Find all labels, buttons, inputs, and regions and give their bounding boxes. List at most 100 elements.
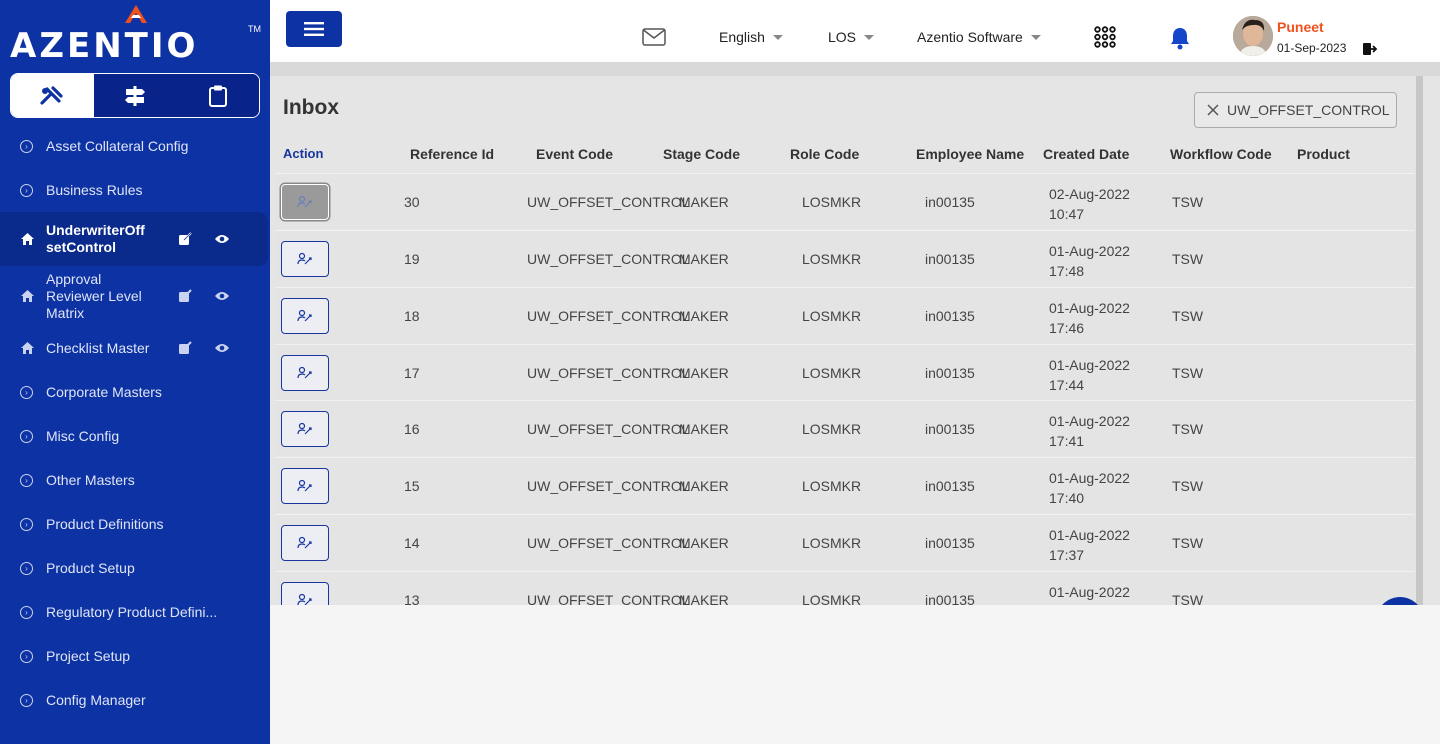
edit-icon[interactable] <box>178 289 192 303</box>
chevron-circle-icon: › <box>20 139 33 153</box>
home-icon <box>20 289 36 303</box>
cell-event-code: UW_OFFSET_CONTROL <box>527 592 690 605</box>
cell-reference-id: 13 <box>404 592 420 605</box>
cell-event-code: UW_OFFSET_CONTROL <box>527 308 690 324</box>
column-header-stage-code[interactable]: Stage Code <box>663 146 740 162</box>
mail-icon[interactable] <box>642 28 666 46</box>
cell-workflow-code: TSW <box>1172 592 1204 605</box>
cell-employee-name: in00135 <box>925 535 975 551</box>
sidebar-item-product-definitions[interactable]: › Product Definitions <box>0 502 270 546</box>
sidebar-item-other-masters[interactable]: › Other Masters <box>0 458 270 502</box>
chevron-circle-icon: › <box>20 429 33 443</box>
row-action-button[interactable] <box>281 411 329 447</box>
eye-icon[interactable] <box>214 290 230 302</box>
table-row[interactable]: 30 UW_OFFSET_CONTROL MAKER LOSMKR in00135 02-… <box>275 173 1414 229</box>
tab-tools[interactable] <box>11 74 94 117</box>
cell-event-code: UW_OFFSET_CONTROL <box>527 421 690 437</box>
table-row[interactable]: 16 UW_OFFSET_CONTROL MAKER LOSMKR in00135 01-… <box>275 400 1414 456</box>
sidebar-item-corporate-masters[interactable]: › Corporate Masters <box>0 370 270 414</box>
edit-icon[interactable] <box>178 232 192 246</box>
created-date-time: 17:44 <box>1049 377 1085 393</box>
table-row[interactable]: 18 UW_OFFSET_CONTROL MAKER LOSMKR in00135 01-… <box>275 287 1414 343</box>
apps-grid-icon[interactable] <box>1094 26 1116 48</box>
cell-stage-code: MAKER <box>679 308 729 324</box>
cell-reference-id: 19 <box>404 251 420 267</box>
row-action-button[interactable] <box>281 241 329 277</box>
scrollbar[interactable] <box>1416 76 1423 605</box>
eye-icon[interactable] <box>214 233 230 245</box>
sidebar-item-label: Checklist Master <box>46 340 150 356</box>
assign-user-icon <box>297 252 312 265</box>
filter-chip[interactable]: UW_OFFSET_CONTROL <box>1194 92 1397 128</box>
cell-workflow-code: TSW <box>1172 478 1204 494</box>
sidebar-item-misc-config[interactable]: › Misc Config <box>0 414 270 458</box>
company-label: Azentio Software <box>917 29 1023 45</box>
sidebar-item-config-manager[interactable]: › Config Manager <box>0 678 270 722</box>
cell-role-code: LOSMKR <box>802 194 862 210</box>
table-row[interactable]: 15 UW_OFFSET_CONTROL MAKER LOSMKR in00135 01-… <box>275 457 1414 513</box>
module-label: LOS <box>828 29 857 45</box>
table-row[interactable]: 17 UW_OFFSET_CONTROL MAKER LOSMKR in00135 01-… <box>275 344 1414 400</box>
close-icon[interactable] <box>1207 104 1219 116</box>
bell-icon[interactable] <box>1169 26 1191 50</box>
column-header-event-code[interactable]: Event Code <box>536 146 613 162</box>
cell-employee-name: in00135 <box>925 194 975 210</box>
sidebar-item-label: Asset Collateral Config <box>46 138 189 154</box>
menu-toggle-button[interactable] <box>286 11 342 47</box>
brand-logo[interactable]: AZENTIO TM <box>10 4 265 66</box>
sidebar-item-asset-collateral-config[interactable]: › Asset Collateral Config <box>0 124 270 168</box>
assign-user-icon <box>297 422 312 435</box>
cell-role-code: LOSMKR <box>802 421 862 437</box>
column-header-reference-id[interactable]: Reference Id <box>410 146 494 162</box>
logout-icon[interactable] <box>1363 42 1378 56</box>
chevron-circle-icon: › <box>20 473 33 487</box>
created-date-day: 02-Aug-2022 <box>1049 186 1130 202</box>
cell-event-code: UW_OFFSET_CONTROL <box>527 194 690 210</box>
module-dropdown[interactable]: LOS <box>828 29 875 45</box>
table-row[interactable]: 19 UW_OFFSET_CONTROL MAKER LOSMKR in00135 01-… <box>275 230 1414 286</box>
row-action-button[interactable] <box>281 468 329 504</box>
cell-stage-code: MAKER <box>679 365 729 381</box>
assign-user-icon <box>297 479 312 492</box>
sidebar-item-business-rules[interactable]: › Business Rules <box>0 168 270 212</box>
tab-clipboard[interactable] <box>176 74 259 117</box>
column-header-created-date[interactable]: Created Date <box>1043 146 1129 162</box>
row-action-button[interactable] <box>281 184 329 220</box>
logo-mark-icon <box>125 5 147 23</box>
sidebar-item-label: Corporate Masters <box>46 384 162 400</box>
sidebar-item-checklist-master[interactable]: Checklist Master <box>0 326 270 370</box>
eye-icon[interactable] <box>214 342 230 354</box>
language-dropdown[interactable]: English <box>719 29 783 45</box>
column-header-product[interactable]: Product <box>1297 146 1350 162</box>
sidebar-item-regulatory-product-definitions[interactable]: › Regulatory Product Defini... <box>0 590 270 634</box>
edit-icon[interactable] <box>178 341 192 355</box>
row-action-button[interactable] <box>281 298 329 334</box>
cell-created-date: 01-Aug-2022 17:41 <box>1049 411 1130 451</box>
created-date-day: 01-Aug-2022 <box>1049 470 1130 486</box>
page-title: Inbox <box>283 96 339 119</box>
column-header-role-code[interactable]: Role Code <box>790 146 859 162</box>
chevron-circle-icon: › <box>20 517 33 531</box>
company-dropdown[interactable]: Azentio Software <box>917 29 1041 45</box>
row-action-button[interactable] <box>281 582 329 605</box>
sidebar-item-approval-reviewer-level-matrix[interactable]: Approval Reviewer Level Matrix <box>0 266 270 326</box>
column-header-employee-name[interactable]: Employee Name <box>916 146 1024 162</box>
avatar[interactable] <box>1233 16 1273 56</box>
sidebar-item-label: Project Setup <box>46 648 131 664</box>
sidebar-item-underwriter-offset-control[interactable]: UnderwriterOffsetControl <box>0 212 268 266</box>
column-header-workflow-code[interactable]: Workflow Code <box>1170 146 1272 162</box>
sidebar-item-label: Product Definitions <box>46 516 164 532</box>
sidebar-item-product-setup[interactable]: › Product Setup <box>0 546 270 590</box>
row-action-button[interactable] <box>281 525 329 561</box>
tab-workflow[interactable] <box>93 74 177 117</box>
cell-stage-code: MAKER <box>679 478 729 494</box>
table-row[interactable]: 13 UW_OFFSET_CONTROL MAKER LOSMKR in00135 01-… <box>275 571 1414 605</box>
cell-event-code: UW_OFFSET_CONTROL <box>527 365 690 381</box>
row-action-button[interactable] <box>281 355 329 391</box>
created-date-time: 17:37 <box>1049 547 1085 563</box>
user-date: 01-Sep-2023 <box>1277 41 1347 55</box>
assign-user-icon <box>297 366 312 379</box>
created-date-day: 01-Aug-2022 <box>1049 243 1130 259</box>
sidebar-item-project-setup[interactable]: › Project Setup <box>0 634 270 678</box>
table-row[interactable]: 14 UW_OFFSET_CONTROL MAKER LOSMKR in00135 01-… <box>275 514 1414 570</box>
